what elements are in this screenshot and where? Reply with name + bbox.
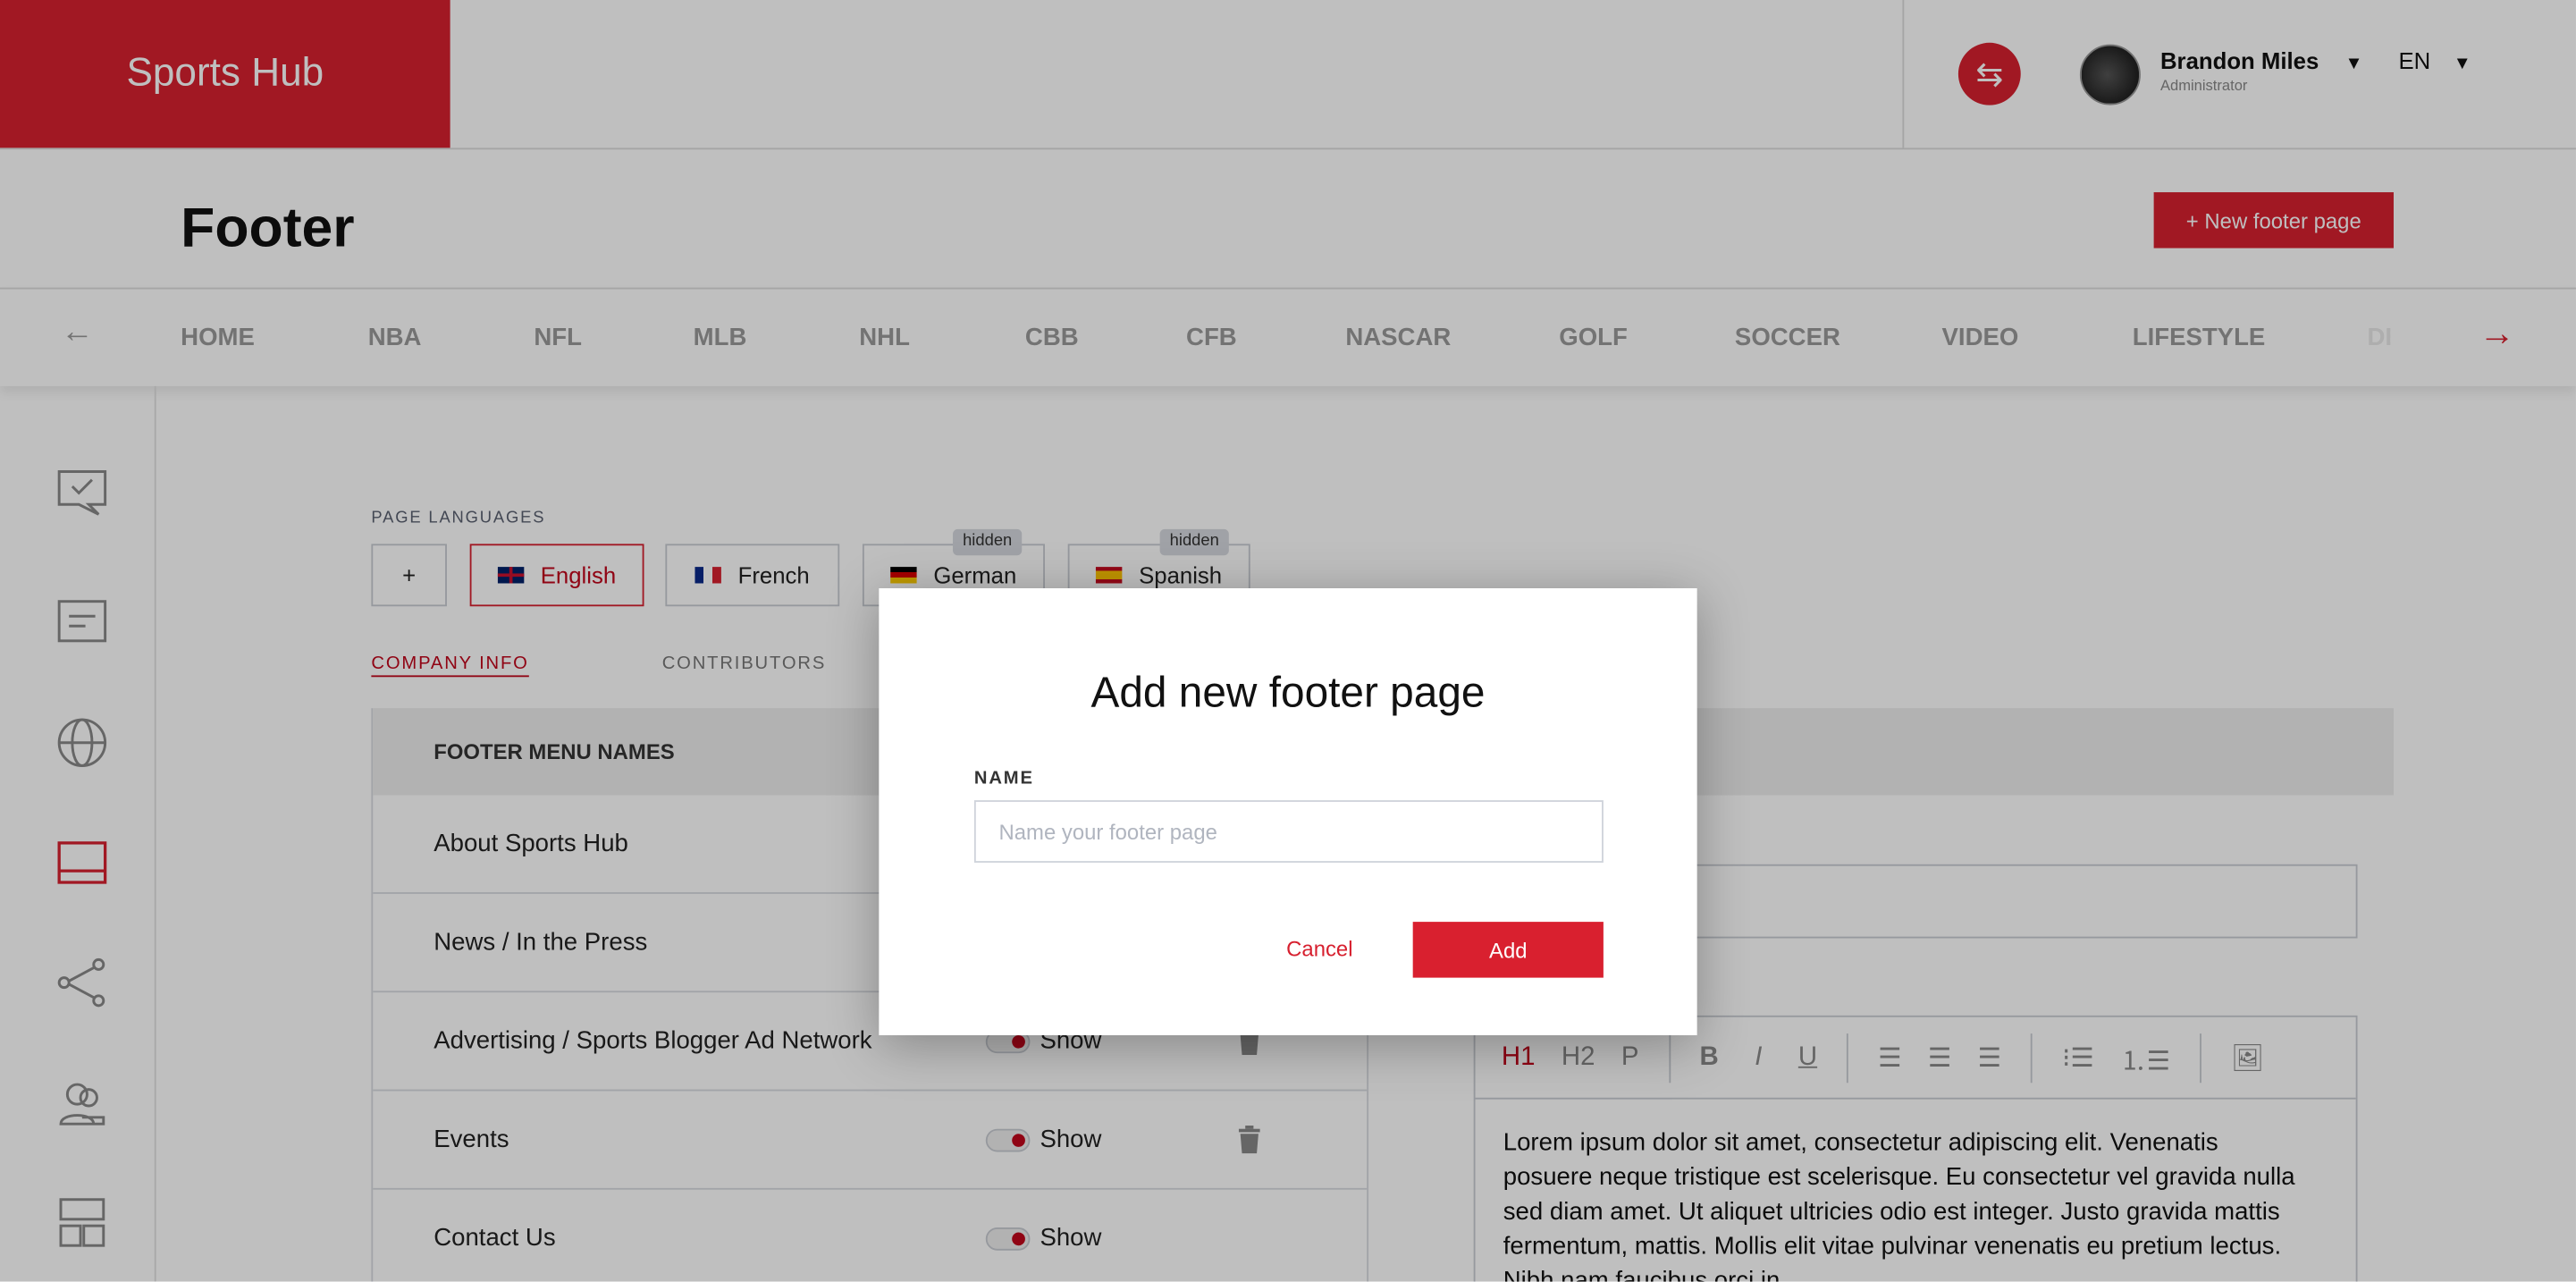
name-input[interactable] [973,800,1604,863]
modal-title: Add new footer page [1090,667,1486,717]
add-footer-page-modal: Add new footer page NAME Cancel Add [879,588,1697,1035]
name-label: NAME [973,769,1034,789]
cancel-button[interactable]: Cancel [1286,937,1352,962]
add-button[interactable]: Add [1412,922,1604,978]
